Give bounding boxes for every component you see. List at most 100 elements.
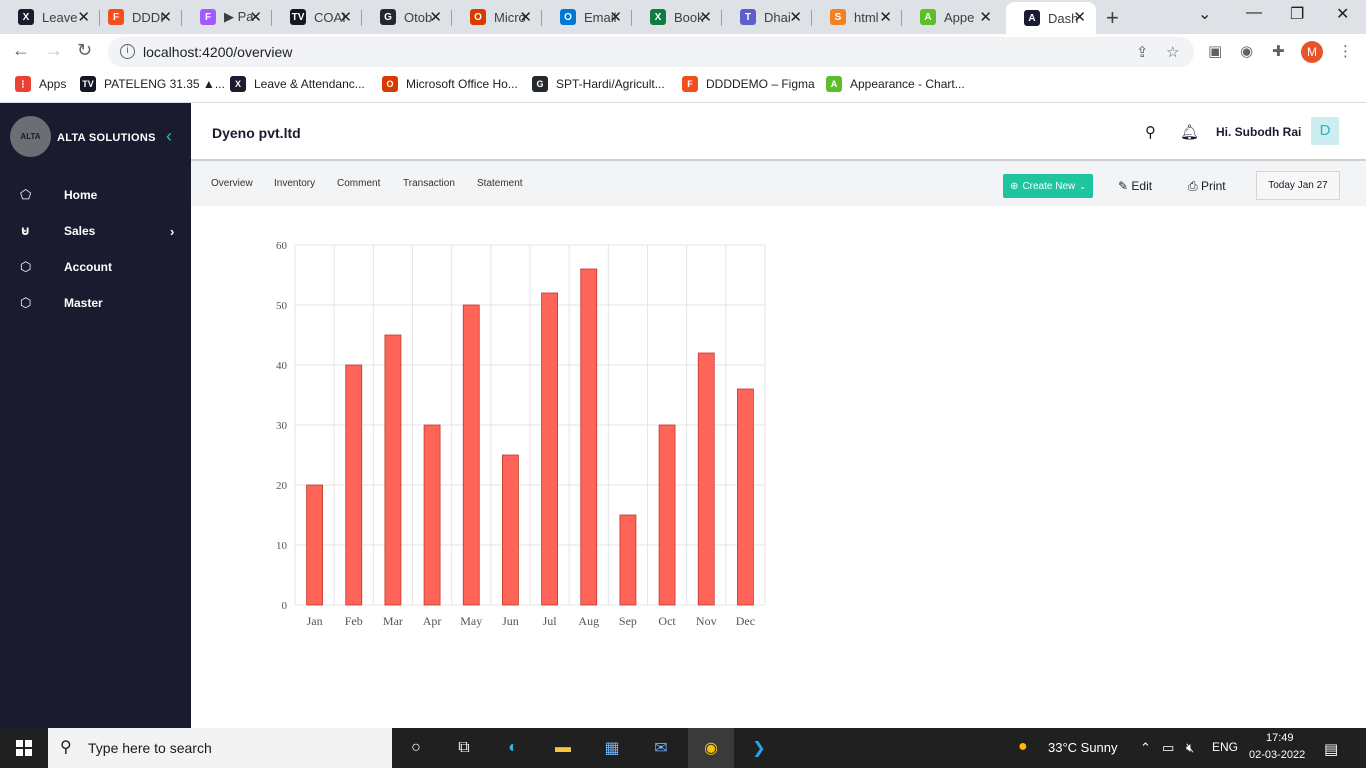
- close-tab-icon[interactable]: ✕: [429, 8, 442, 26]
- browser-tab[interactable]: Shtml ✕: [812, 2, 902, 32]
- close-tab-icon[interactable]: ✕: [77, 8, 90, 26]
- hexagon-icon: ⬡: [20, 295, 32, 310]
- x-tick-label: Sep: [619, 614, 637, 628]
- bookmark-item[interactable]: G SPT-Hardi/Agricult...: [532, 76, 665, 92]
- store-icon[interactable]: ▦: [599, 736, 625, 760]
- bar-feb: [345, 364, 363, 606]
- tab-search-icon[interactable]: ⌄: [1198, 4, 1211, 24]
- bookmark-icon: F: [682, 76, 698, 92]
- y-tick-label: 20: [276, 480, 288, 492]
- sidebar-item-account[interactable]: ⬡ Account: [0, 252, 191, 282]
- tab-comment[interactable]: Comment: [337, 178, 380, 189]
- tab-favicon-icon: G: [380, 9, 396, 25]
- bookmark-item[interactable]: ⋮ Apps: [15, 76, 66, 92]
- tab-overview[interactable]: Overview: [211, 178, 253, 189]
- bookmark-star-icon[interactable]: ☆: [1166, 43, 1179, 61]
- browser-toolbar: ← → ↻ i localhost:4200/overview ⇪ ☆ ▣ ◉ …: [0, 34, 1366, 70]
- bookmark-item[interactable]: A Appearance - Chart...: [826, 76, 965, 92]
- bar-may: [462, 304, 480, 606]
- restore-icon[interactable]: ❐: [1290, 4, 1304, 24]
- browser-tab[interactable]: F ▶ Pa ✕: [182, 2, 272, 32]
- sidebar-item-sales[interactable]: ⊌ Sales ›: [0, 216, 191, 246]
- bookmark-item[interactable]: O Microsoft Office Ho...: [382, 76, 518, 92]
- tab-inventory[interactable]: Inventory: [274, 178, 315, 189]
- close-tab-icon[interactable]: ✕: [879, 8, 892, 26]
- tab-transaction[interactable]: Transaction: [403, 178, 455, 189]
- bookmark-item[interactable]: F DDDDEMO – Figma: [682, 76, 815, 92]
- collapse-sidebar-icon[interactable]: ‹: [166, 126, 172, 147]
- language-indicator[interactable]: ENG: [1212, 740, 1238, 754]
- close-tab-icon[interactable]: ✕: [789, 8, 802, 26]
- bar-jun: [502, 454, 519, 606]
- camera-icon[interactable]: ◉: [1240, 42, 1253, 60]
- site-info-icon[interactable]: i: [120, 44, 135, 59]
- edit-button[interactable]: ✎ Edit: [1118, 179, 1152, 193]
- windows-start-icon[interactable]: [16, 740, 32, 756]
- browser-tab[interactable]: X Book ✕: [632, 2, 722, 32]
- cortana-icon[interactable]: ○: [403, 736, 429, 760]
- reading-list-icon[interactable]: ▣: [1208, 42, 1222, 60]
- browser-tab[interactable]: T Dhai ✕: [722, 2, 812, 32]
- file-explorer-icon[interactable]: ▬: [550, 736, 576, 760]
- task-view-icon[interactable]: ⧉: [451, 736, 477, 760]
- browser-tab-strip: X Leave ✕ F DDDI ✕ F ▶ Pa ✕ TV COAI ✕ G Otob ✕ O Micro ✕ O…: [0, 0, 1366, 34]
- edge-icon[interactable]: ◐: [500, 736, 526, 760]
- close-tab-icon[interactable]: ✕: [249, 8, 262, 26]
- create-new-button[interactable]: ⊕ Create New ⌄: [1003, 174, 1093, 198]
- sidebar-item-home[interactable]: ⬠ Home: [0, 180, 191, 210]
- bookmark-item[interactable]: TV PATELENG 31.35 ▲...: [80, 76, 225, 92]
- back-icon[interactable]: ←: [12, 40, 30, 61]
- browser-tab[interactable]: G Otob ✕: [362, 2, 452, 32]
- address-bar[interactable]: i localhost:4200/overview ⇪ ☆: [108, 37, 1194, 67]
- minimize-icon[interactable]: —: [1246, 4, 1262, 22]
- browser-tab[interactable]: F DDDI ✕: [90, 2, 182, 32]
- bar-mar: [384, 334, 402, 606]
- close-tab-icon[interactable]: ✕: [339, 8, 352, 26]
- avatar[interactable]: D: [1311, 117, 1339, 145]
- profile-avatar[interactable]: M: [1301, 41, 1323, 63]
- network-icon[interactable]: ▭: [1162, 740, 1174, 756]
- vscode-icon[interactable]: ❯: [746, 736, 772, 760]
- print-button[interactable]: ⎙ Print: [1188, 179, 1226, 194]
- search-placeholder: Type here to search: [88, 740, 212, 756]
- chrome-icon[interactable]: ◉: [688, 728, 734, 768]
- volume-muted-icon[interactable]: 🔇︎: [1186, 740, 1194, 756]
- bar-jul: [541, 292, 558, 606]
- browser-tab[interactable]: TV COAI ✕: [272, 2, 362, 32]
- mail-icon[interactable]: ✉: [648, 736, 674, 760]
- search-icon[interactable]: ⚲: [1145, 123, 1156, 141]
- chevron-up-icon[interactable]: ⌃: [1140, 740, 1151, 756]
- forward-icon[interactable]: →: [45, 40, 63, 61]
- clock-time[interactable]: 17:49: [1266, 732, 1294, 744]
- extensions-icon[interactable]: ✚: [1272, 42, 1285, 60]
- browser-tab[interactable]: O Micro ✕: [452, 2, 542, 32]
- browser-tab[interactable]: A Dash ✕: [1006, 2, 1096, 34]
- close-tab-icon[interactable]: ✕: [609, 8, 622, 26]
- close-tab-icon[interactable]: ✕: [979, 8, 992, 26]
- notification-icon[interactable]: ▤: [1324, 740, 1338, 758]
- browser-tab[interactable]: O Email ✕: [542, 2, 632, 32]
- new-tab-button[interactable]: +: [1106, 5, 1119, 31]
- y-tick-label: 10: [276, 540, 288, 552]
- bar-nov: [697, 352, 715, 606]
- menu-icon[interactable]: ⋮: [1338, 42, 1353, 60]
- clock-date[interactable]: 02-03-2022: [1249, 749, 1305, 761]
- bookmark-item[interactable]: X Leave & Attendanc...: [230, 76, 365, 92]
- browser-tab[interactable]: A Appe ✕: [902, 2, 1002, 32]
- browser-tab[interactable]: X Leave ✕: [0, 2, 100, 32]
- sidebar-item-master[interactable]: ⬡ Master: [0, 288, 191, 318]
- taskbar-search-input[interactable]: ⚲ Type here to search: [48, 728, 392, 768]
- tab-statement[interactable]: Statement: [477, 178, 523, 189]
- plus-circle-icon: ⊕: [1010, 180, 1019, 192]
- close-tab-icon[interactable]: ✕: [519, 8, 532, 26]
- url-text[interactable]: localhost:4200/overview: [143, 44, 292, 60]
- close-window-icon[interactable]: ✕: [1336, 4, 1349, 24]
- close-tab-icon[interactable]: ✕: [1073, 8, 1086, 26]
- share-icon[interactable]: ⇪: [1136, 43, 1149, 61]
- date-picker[interactable]: Today Jan 27: [1256, 171, 1340, 200]
- reload-icon[interactable]: ↻: [77, 40, 92, 61]
- close-tab-icon[interactable]: ✕: [699, 8, 712, 26]
- bell-icon[interactable]: 🔔︎: [1180, 123, 1199, 141]
- close-tab-icon[interactable]: ✕: [159, 8, 172, 26]
- weather-text[interactable]: 33°C Sunny: [1048, 740, 1118, 755]
